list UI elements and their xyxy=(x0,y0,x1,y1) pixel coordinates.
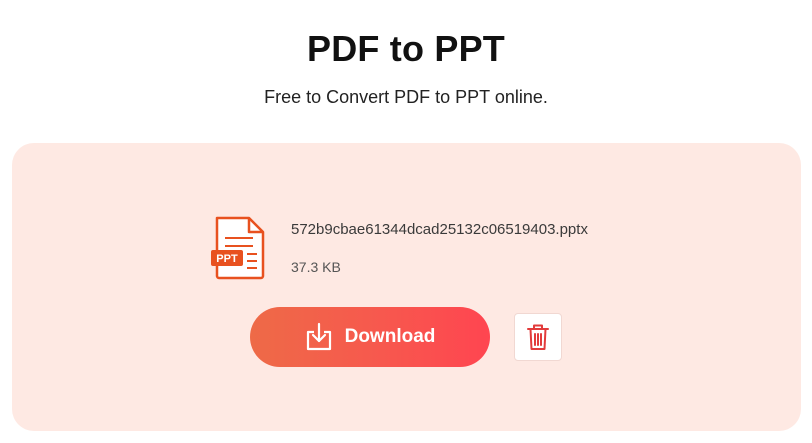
download-button[interactable]: Download xyxy=(250,307,490,367)
trash-icon xyxy=(527,323,549,351)
delete-button[interactable] xyxy=(514,313,562,361)
result-panel xyxy=(12,143,801,431)
download-icon xyxy=(305,322,333,352)
page-subtitle: Free to Convert PDF to PPT online. xyxy=(264,87,548,107)
page: PDF to PPT Free to Convert PDF to PPT on… xyxy=(0,0,812,443)
file-name: 572b9cbae61344dcad25132c06519403.pptx xyxy=(291,221,588,238)
file-size: 37.3 KB xyxy=(291,259,341,275)
ppt-file-icon: PPT xyxy=(211,216,267,280)
download-button-label: Download xyxy=(344,326,436,347)
ppt-badge-text: PPT xyxy=(216,253,238,265)
page-title: PDF to PPT xyxy=(307,28,505,69)
